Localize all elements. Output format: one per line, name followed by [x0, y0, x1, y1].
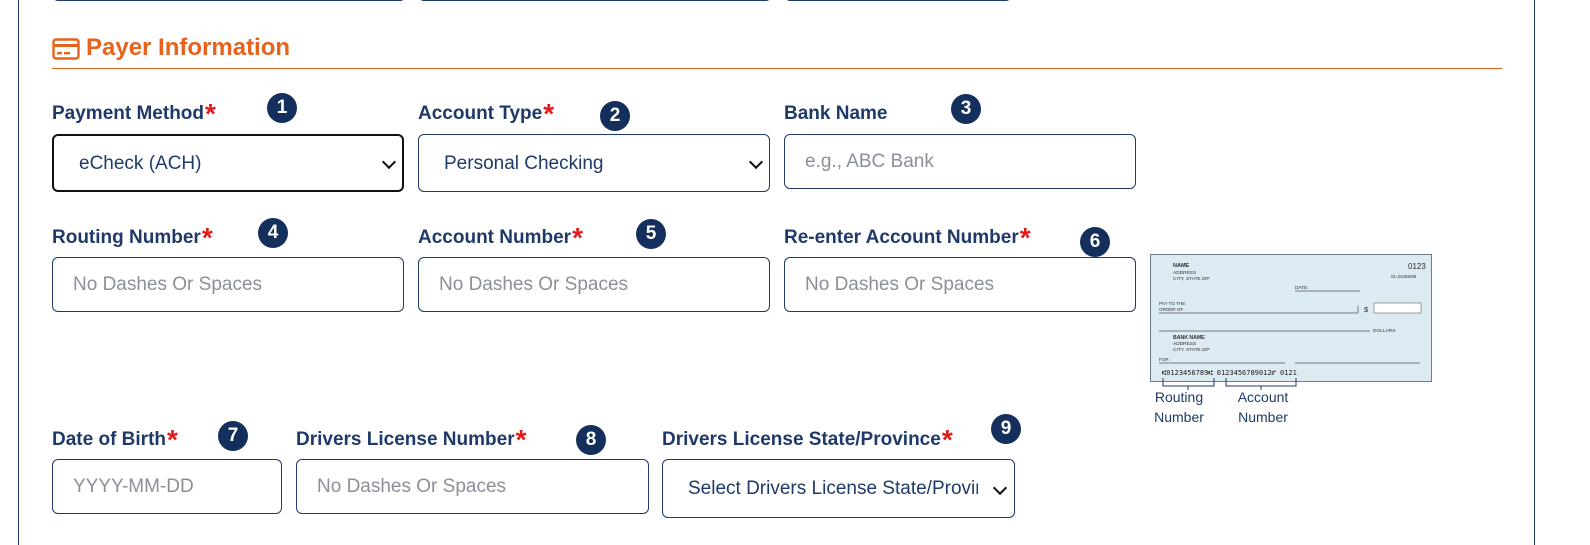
check-fraction: 01-23456/89	[1391, 274, 1417, 279]
required-asterisk: *	[515, 424, 527, 455]
check-city: CITY, STATE ZIP	[1173, 276, 1210, 282]
required-asterisk: *	[205, 98, 216, 129]
routing-number-caption: Routing Number	[1154, 389, 1204, 425]
account-number-input[interactable]	[418, 257, 770, 312]
check-bank-name: BANK NAME	[1173, 335, 1205, 341]
previous-field-bottom	[418, 0, 772, 1]
check-bank-city: CITY, STATE ZIP	[1173, 347, 1210, 353]
previous-field-bottom	[784, 0, 1012, 1]
drivers-license-number-label: Drivers License Number*	[296, 424, 527, 455]
required-asterisk: *	[167, 424, 178, 455]
check-dollars-label: DOLLARS	[1373, 328, 1395, 334]
sample-check-image: NAME ADDRESS CITY, STATE ZIP 0123 01-234…	[1150, 254, 1432, 382]
payment-method-label: Payment Method*	[52, 98, 216, 129]
step-badge-9: 9	[991, 414, 1021, 444]
required-asterisk: *	[572, 222, 583, 253]
step-badge-2: 2	[600, 101, 630, 131]
account-type-label: Account Type*	[418, 98, 555, 129]
step-badge-4: 4	[258, 218, 288, 248]
check-address: ADDRESS	[1173, 270, 1196, 276]
reenter-account-number-label: Re-enter Account Number*	[784, 222, 1031, 253]
section-title: Payer Information	[86, 34, 291, 61]
drivers-license-state-select[interactable]: Select Drivers License State/Province	[662, 459, 1015, 518]
bank-name-input[interactable]	[784, 134, 1136, 189]
date-of-birth-input[interactable]	[52, 459, 282, 514]
previous-field-bottom	[52, 0, 406, 1]
required-asterisk: *	[941, 424, 953, 455]
account-type-select[interactable]: Personal Checking	[418, 134, 770, 192]
panel-border-right	[1534, 0, 1535, 545]
credit-card-icon	[52, 38, 80, 60]
step-badge-6: 6	[1080, 227, 1110, 257]
required-asterisk: *	[201, 222, 213, 253]
panel-border-left	[18, 0, 19, 545]
section-divider	[52, 68, 1502, 69]
account-number-label: Account Number*	[418, 222, 583, 253]
step-badge-8: 8	[576, 425, 606, 455]
check-date-label: DATE	[1295, 285, 1307, 291]
date-of-birth-label: Date of Birth*	[52, 424, 178, 455]
step-badge-3: 3	[951, 94, 981, 124]
drivers-license-state-label: Drivers License State/Province*	[662, 424, 953, 455]
step-badge-5: 5	[636, 219, 666, 249]
routing-number-input[interactable]	[52, 257, 404, 312]
step-badge-7: 7	[218, 421, 248, 451]
drivers-license-number-input[interactable]	[296, 459, 649, 514]
check-order-of-label: ORDER OF	[1159, 307, 1183, 312]
payment-method-select[interactable]: eCheck (ACH)	[52, 134, 404, 192]
check-name: NAME	[1173, 263, 1190, 269]
bank-name-label: Bank Name	[784, 103, 888, 124]
required-asterisk: *	[543, 98, 555, 129]
check-number: 0123	[1408, 262, 1426, 271]
routing-number-label: Routing Number*	[52, 222, 213, 253]
required-asterisk: *	[1019, 222, 1031, 253]
check-bank-address: ADDRESS	[1173, 341, 1196, 347]
check-for-label: FOR	[1159, 357, 1169, 362]
step-badge-1: 1	[267, 93, 297, 123]
check-pay-to-label: PAY TO THE	[1159, 301, 1185, 306]
account-number-caption: Account Number	[1237, 389, 1289, 425]
reenter-account-number-input[interactable]	[784, 257, 1136, 312]
